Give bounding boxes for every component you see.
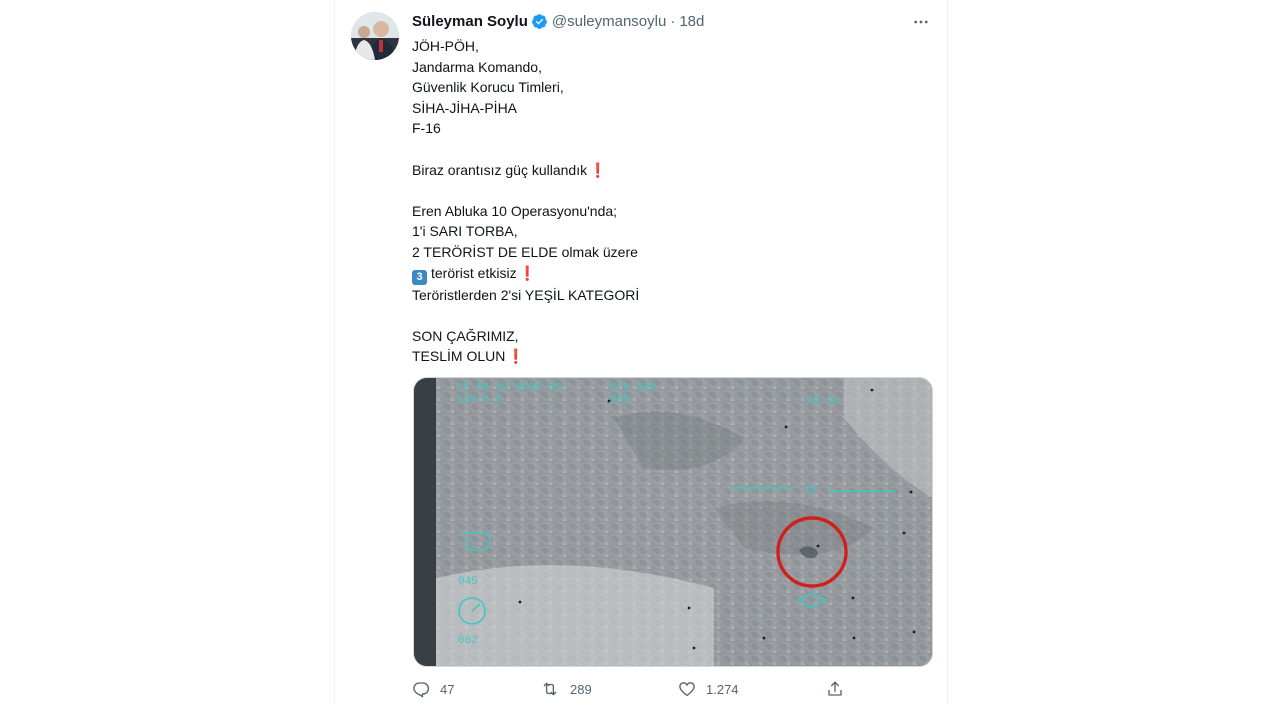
exclamation-icon: ❗ — [507, 348, 525, 365]
tweet-line: Teröristlerden 2'si YEŞİL KATEGORİ — [412, 286, 640, 303]
svg-text:070 000: 070 000 — [610, 382, 656, 394]
exclamation-icon: ❗ — [589, 161, 607, 178]
tweet-line: JÖH-PÖH, — [412, 38, 479, 54]
author-handle[interactable]: @suleymansoylu — [552, 13, 666, 30]
tweet-line: Biraz orantısız güç kullandık ❗ — [412, 160, 932, 181]
more-options-button[interactable] — [907, 10, 935, 34]
like-button[interactable]: 1.274 — [678, 680, 826, 698]
tweet-timestamp[interactable]: 18d — [679, 13, 704, 30]
retweet-count: 289 — [570, 681, 592, 697]
tweet-line: 1'i SARI TORBA, — [412, 223, 518, 240]
svg-text:002: 002 — [458, 635, 478, 647]
author-avatar[interactable] — [351, 12, 399, 60]
tweet-text: JÖH-PÖH, Jandarma Komando, Güvenlik Koru… — [412, 36, 932, 367]
svg-text:FR 00: FR 00 — [806, 396, 839, 408]
exclamation-icon: ❗ — [518, 264, 537, 281]
profile-photo-icon — [351, 12, 399, 60]
tweet-line: 2 TERÖRİST DE ELDE olmak üzere — [412, 243, 638, 260]
tweet-line: 3 terörist etkisiz ❗ — [412, 263, 932, 285]
tweet-line-text: TESLİM OLUN — [412, 348, 506, 365]
tweet-media-image[interactable]: 22 00 10 0000 00 110-0 0 070 000 000 FR … — [413, 377, 933, 667]
tweet-line-text: terörist etkisiz — [431, 264, 517, 281]
svg-text:22 00 10 0000 00: 22 00 10 0000 00 — [456, 382, 562, 394]
share-button[interactable] — [826, 680, 844, 698]
tweet-line: Jandarma Komando, — [412, 58, 542, 75]
reply-button[interactable]: 47 — [412, 680, 540, 698]
like-count: 1.274 — [706, 681, 739, 697]
tweet-actions: 47 289 1.274 — [412, 676, 852, 702]
tweet-line: SON ÇAĞRIMIZ, — [412, 327, 519, 344]
heart-icon — [679, 682, 695, 697]
tweet-line: SİHA-JİHA-PİHA — [412, 99, 518, 116]
tweet-line: Güvenlik Korucu Timleri, — [412, 79, 564, 96]
svg-text:110-0 0: 110-0 0 — [456, 394, 502, 406]
svg-text:000: 000 — [610, 394, 630, 406]
tweet-line: F-16 — [412, 120, 441, 137]
header-separator: · — [670, 12, 676, 30]
svg-text:10: 10 — [804, 485, 817, 497]
retweet-button[interactable]: 289 — [540, 680, 678, 698]
reply-count: 47 — [440, 681, 455, 697]
ellipsis-icon — [914, 20, 928, 24]
tweet-line: TESLİM OLUN ❗ — [412, 346, 932, 367]
keycap-three-icon: 3 — [412, 269, 427, 285]
tweet-header: Süleyman Soylu @suleymansoylu · 18d — [412, 10, 704, 32]
tweet-line-text: Biraz orantısız güç kullandık — [412, 161, 588, 178]
reply-icon — [413, 682, 430, 698]
retweet-icon — [543, 682, 557, 696]
verified-badge-icon — [531, 13, 548, 30]
tweet-line: Eren Abluka 10 Operasyonu'nda; — [412, 202, 618, 219]
author-display-name[interactable]: Süleyman Soylu — [412, 13, 528, 30]
share-icon — [828, 681, 842, 696]
tweet-card[interactable]: Süleyman Soylu @suleymansoylu · 18d JÖH-… — [334, 0, 948, 704]
drone-footage-image-icon: 22 00 10 0000 00 110-0 0 070 000 000 FR … — [414, 378, 932, 666]
svg-text:045: 045 — [458, 576, 478, 588]
